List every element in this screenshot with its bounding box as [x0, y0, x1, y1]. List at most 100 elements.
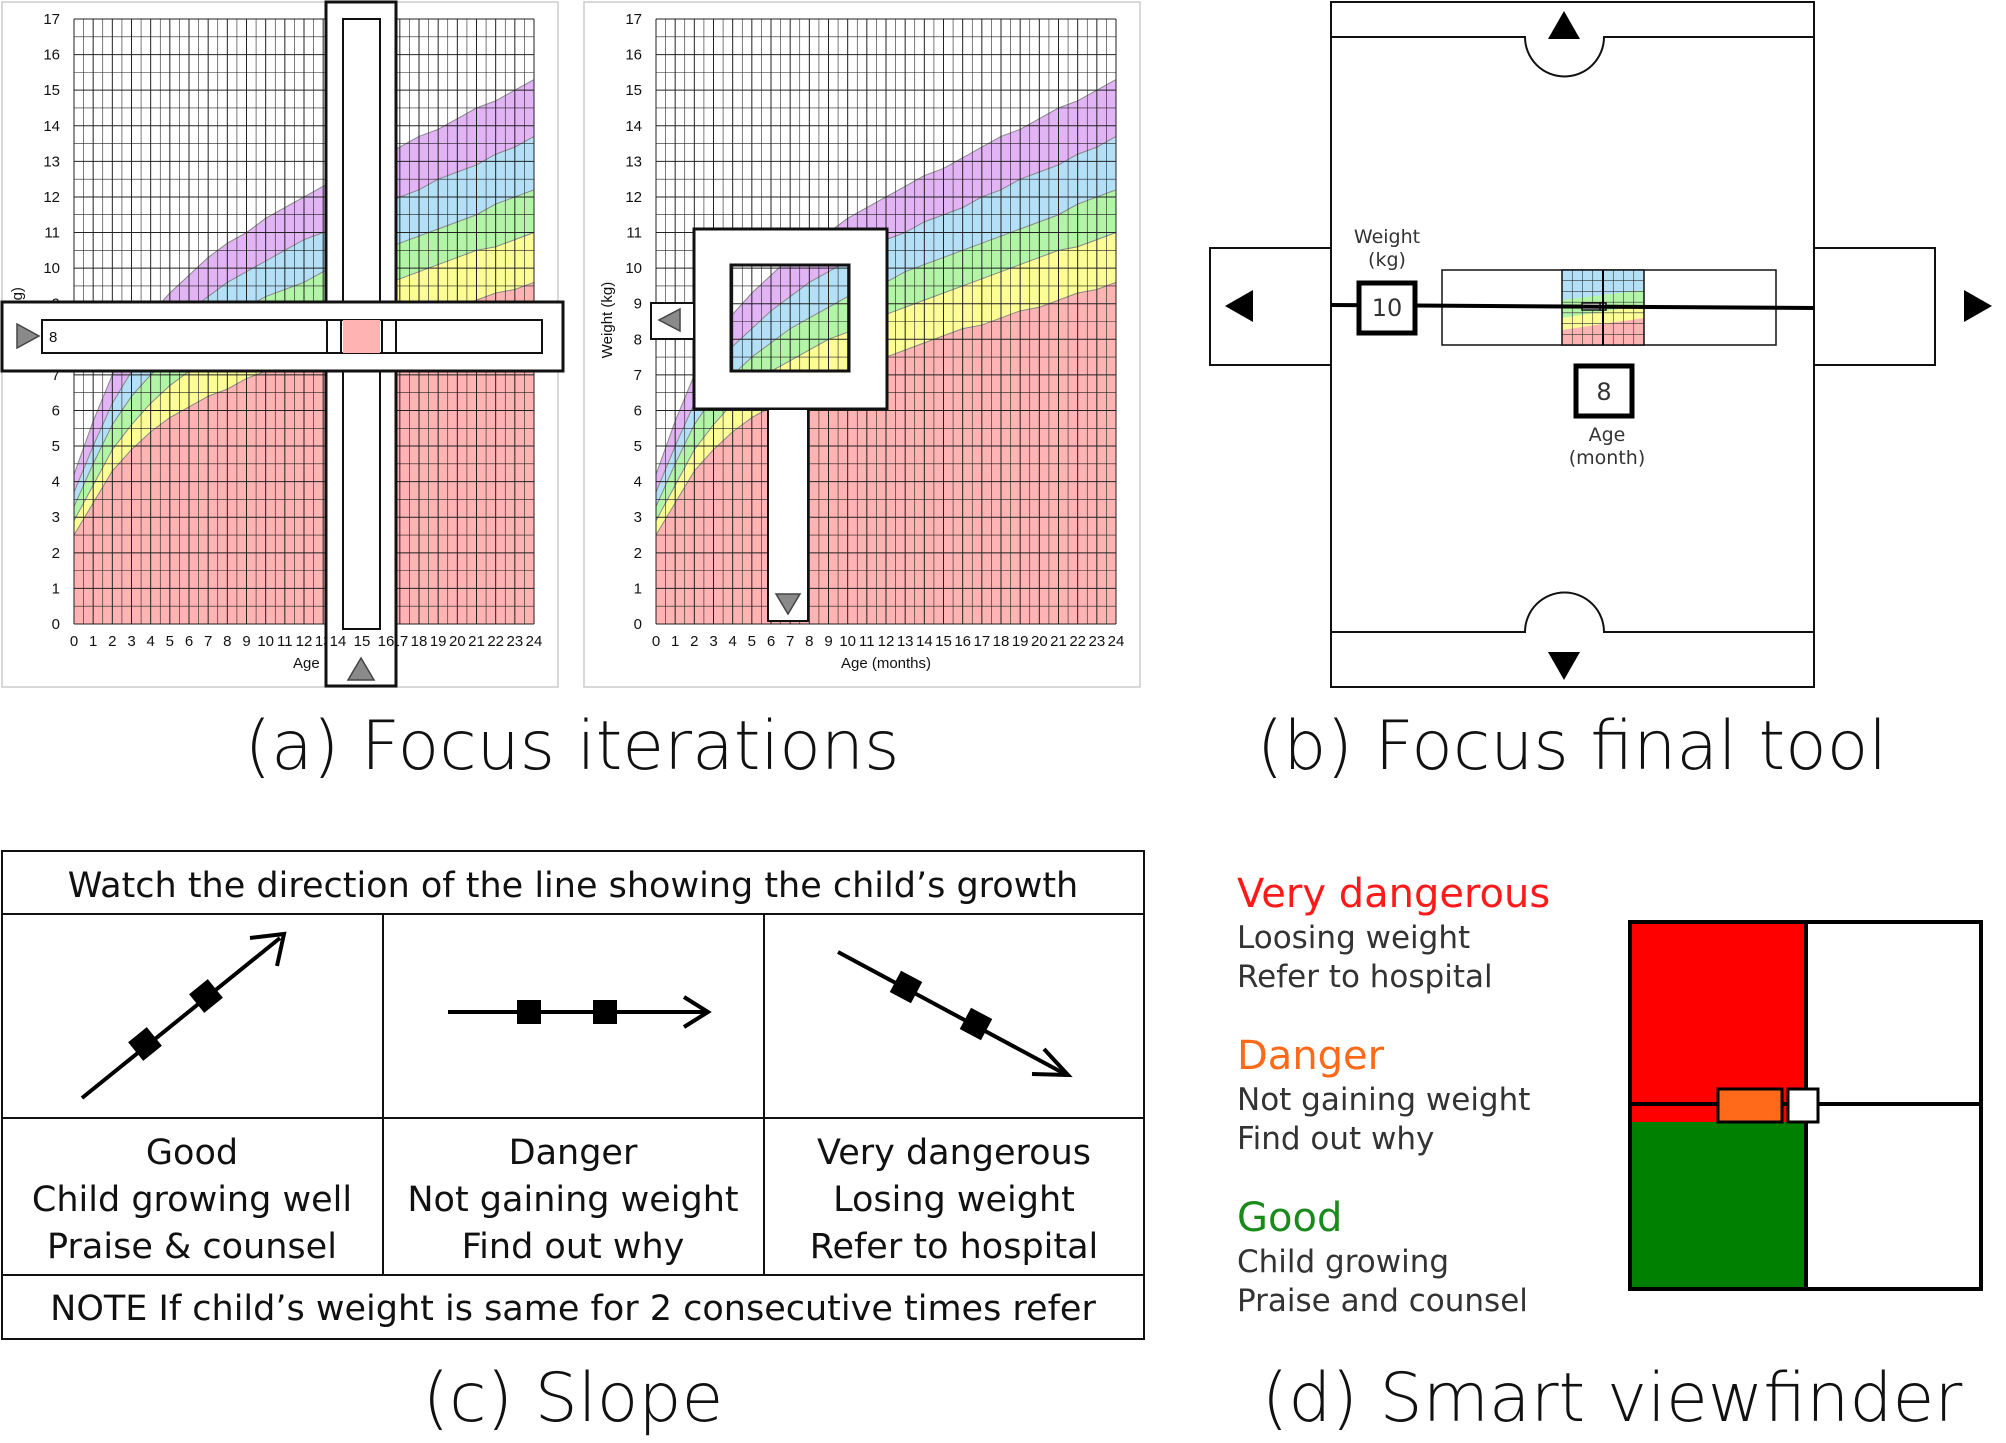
- x-tick-label: 11: [859, 633, 875, 650]
- x-tick-label: 7: [204, 633, 212, 650]
- y-tick-label: 10: [43, 260, 60, 277]
- quadrant-top-right: [1806, 922, 1981, 1122]
- y-tick-label: 11: [626, 225, 642, 242]
- x-tick-label: 2: [690, 633, 698, 650]
- x-tick-label: 18: [411, 633, 428, 650]
- x-tick-label: 20: [1031, 633, 1048, 650]
- x-tick-label: 6: [767, 633, 775, 650]
- slope-col-danger: Danger Not gaining weight Find out why: [407, 1133, 738, 1267]
- danger-marker: [1716, 1087, 1784, 1124]
- panel-c: Watch the direction of the line showing …: [1, 850, 1145, 1438]
- horizontal-focus-bar[interactable]: [0, 300, 565, 373]
- x-tick-label: 19: [1012, 633, 1029, 650]
- x-tick-label: 7: [786, 633, 794, 650]
- age-label-1: Age: [1589, 424, 1626, 446]
- y-tick-label: 6: [634, 402, 642, 419]
- y-tick-label: 6: [52, 402, 60, 419]
- caption-c: (c) Slope: [423, 1359, 724, 1438]
- focus-age-tick-labels: 14 15 16: [330, 633, 395, 650]
- y-axis-label: Weight (kg): [599, 282, 616, 358]
- y-tick-label: 1: [52, 580, 60, 597]
- y-tick-label: 16: [43, 47, 60, 64]
- svg-text:Danger: Danger: [1237, 1033, 1385, 1079]
- x-tick-label: 21: [468, 633, 485, 650]
- legend-good: Good Child growing Praise and counsel: [1237, 1195, 1528, 1319]
- right-arrow-panel[interactable]: [1813, 247, 1936, 366]
- weight-label-2: (kg): [1368, 249, 1406, 271]
- y-tick-label: 15: [43, 82, 60, 99]
- svg-text:Child growing: Child growing: [1237, 1244, 1449, 1280]
- quadrant-good: [1630, 1122, 1806, 1289]
- slope-col-good: Good Child growing well Praise & counsel: [32, 1133, 352, 1267]
- svg-text:14: 14: [330, 633, 347, 650]
- x-tick-label: 20: [449, 633, 466, 650]
- y-tick-label: 0: [634, 616, 642, 633]
- x-tick-label: 2: [108, 633, 116, 650]
- panel-b: Weight (kg) 10 8 Age (month) (b) Focus f…: [1209, 1, 1992, 786]
- x-tick-label: 4: [146, 633, 154, 650]
- age-label-2: (month): [1569, 447, 1646, 469]
- x-tick-label: 10: [839, 633, 856, 650]
- x-tick-label: 1: [89, 633, 97, 650]
- svg-text:Find out why: Find out why: [462, 1227, 685, 1267]
- panel-d: Very dangerous Loosing weight Refer to h…: [1237, 871, 1983, 1438]
- y-tick-label: 2: [52, 545, 60, 562]
- y-tick-label: 17: [625, 11, 642, 28]
- svg-text:Loosing weight: Loosing weight: [1237, 920, 1470, 956]
- x-tick-label: 17: [973, 633, 990, 650]
- y-tick-label: 13: [625, 153, 642, 170]
- y-tick-label: 3: [634, 509, 642, 526]
- x-tick-label: 6: [185, 633, 193, 650]
- svg-text:Praise and counsel: Praise and counsel: [1237, 1283, 1528, 1319]
- x-tick-label: 3: [709, 633, 717, 650]
- y-tick-label: 12: [43, 189, 60, 206]
- y-tick-label: 17: [43, 11, 60, 28]
- y-tick-label: 14: [625, 118, 642, 135]
- y-tick-label: 8: [634, 331, 642, 348]
- svg-text:16: 16: [378, 633, 395, 650]
- x-tick-label: 10: [257, 633, 274, 650]
- current-position-marker[interactable]: [1786, 1087, 1820, 1124]
- x-tick-label: 23: [506, 633, 523, 650]
- slope-header: Watch the direction of the line showing …: [68, 866, 1079, 906]
- weight-label-1: Weight: [1354, 226, 1420, 248]
- y-tick-label: 12: [625, 189, 642, 206]
- x-tick-label: 21: [1050, 633, 1067, 650]
- x-tick-label: 5: [748, 633, 756, 650]
- down-stem[interactable]: [767, 408, 809, 622]
- svg-text:Find out why: Find out why: [1237, 1121, 1434, 1157]
- y-tick-label: 14: [43, 118, 60, 135]
- smart-viewfinder[interactable]: [1628, 920, 1983, 1291]
- y-tick-label: 0: [52, 616, 60, 633]
- x-tick-label: 4: [728, 633, 736, 650]
- x-tick-label: 24: [1108, 633, 1125, 650]
- svg-text:Refer to hospital: Refer to hospital: [810, 1227, 1099, 1267]
- svg-text:Not gaining weight: Not gaining weight: [407, 1180, 738, 1220]
- svg-text:Very dangerous: Very dangerous: [1237, 871, 1550, 917]
- x-tick-label: 12: [296, 633, 313, 650]
- caption-a: (a) Focus iterations: [245, 707, 900, 786]
- y-tick-label: 10: [625, 260, 642, 277]
- x-axis-label: Age (months): [841, 655, 931, 672]
- y-tick-label: 4: [634, 474, 642, 491]
- svg-text:Good: Good: [146, 1133, 238, 1173]
- svg-text:Very dangerous: Very dangerous: [817, 1133, 1091, 1173]
- caption-b: (b) Focus final tool: [1257, 707, 1888, 786]
- x-tick-label: 9: [824, 633, 832, 650]
- y-tick-label: 5: [52, 438, 60, 455]
- focus-intersection: [326, 319, 397, 354]
- arrow-right-icon[interactable]: [1964, 290, 1992, 322]
- panel-a: 01234567891011121314151617 0123456789101…: [0, 0, 1141, 786]
- x-tick-label: 3: [127, 633, 135, 650]
- svg-text:Losing weight: Losing weight: [833, 1180, 1075, 1220]
- svg-text:Refer to hospital: Refer to hospital: [1237, 959, 1493, 995]
- y-tick-label: 13: [43, 153, 60, 170]
- y-tick-label: 7: [634, 367, 642, 384]
- weight-value: 10: [1372, 294, 1403, 322]
- svg-text:Danger: Danger: [509, 1133, 638, 1173]
- y-tick-label: 4: [52, 474, 60, 491]
- svg-text:Not gaining weight: Not gaining weight: [1237, 1082, 1530, 1118]
- svg-text:Praise & counsel: Praise & counsel: [47, 1227, 337, 1267]
- y-tick-label: 11: [44, 225, 60, 242]
- y-tick-label: 9: [634, 296, 642, 313]
